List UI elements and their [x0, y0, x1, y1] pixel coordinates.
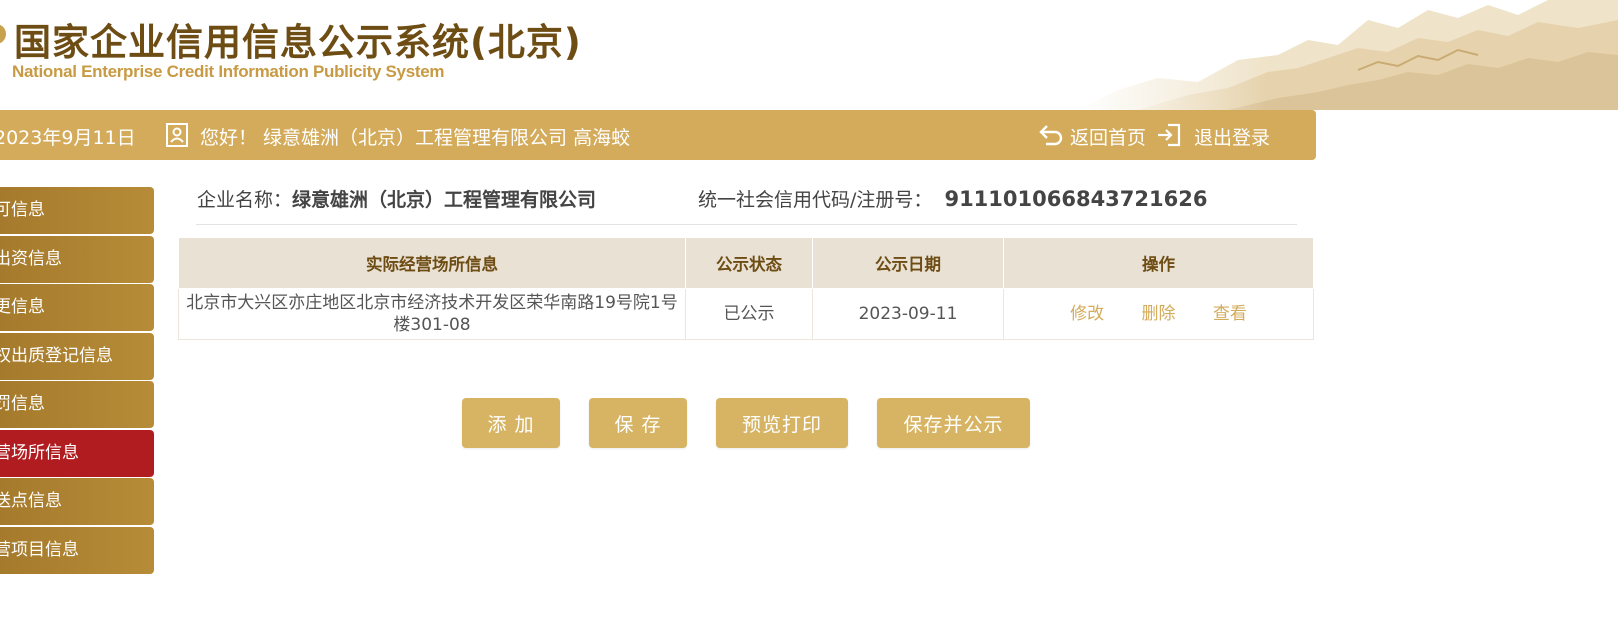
company-name-row: 企业名称：绿意雄洲（北京）工程管理有限公司 [197, 185, 596, 212]
site-subtitle: National Enterprise Credit Information P… [12, 62, 445, 81]
divider [196, 224, 1297, 225]
return-home-link[interactable]: 返回首页 [1070, 123, 1146, 150]
column-header-address: 实际经营场所信息 [178, 237, 686, 289]
preview-print-button[interactable]: 预览打印 [716, 398, 848, 448]
sidebar-item-penalty-info[interactable]: 罚信息 [0, 381, 154, 428]
sidebar-menu: 可信息 出资信息 更信息 权出质登记信息 罚信息 营场所信息 送点信息 营项目信… [0, 187, 154, 575]
sidebar-item-change-info[interactable]: 更信息 [0, 284, 154, 331]
edit-link[interactable]: 修改 [1070, 304, 1104, 324]
logout-link[interactable]: 退出登录 [1194, 123, 1270, 150]
header: 国家企业信用信息公示系统(北京) National Enterprise Cre… [0, 0, 1618, 110]
company-name-label: 企业名称： [197, 189, 293, 211]
sidebar-item-business-project-info[interactable]: 营项目信息 [0, 526, 154, 574]
emblem-icon [0, 24, 6, 44]
save-and-publish-button[interactable]: 保存并公示 [877, 398, 1030, 448]
table-header-row: 实际经营场所信息 公示状态 公示日期 操作 [178, 237, 1314, 289]
sidebar-item-capital-info[interactable]: 出资信息 [0, 235, 154, 283]
current-date: 2023年9月11日 [0, 127, 136, 149]
user-icon [166, 123, 188, 147]
actions-cell: 修改 删除 查看 [1003, 288, 1314, 340]
great-wall-mountain-banner [1078, 0, 1618, 110]
column-header-date: 公示日期 [812, 237, 1004, 289]
credit-code-row: 统一社会信用代码/注册号： 911101066843721626 [698, 185, 1207, 212]
column-header-actions: 操作 [1003, 237, 1314, 289]
address-cell: 北京市大兴区亦庄地区北京市经济技术开发区荣华南路19号院1号楼301-08 [178, 288, 686, 340]
credit-code-label: 统一社会信用代码/注册号： [698, 189, 933, 211]
sidebar-item-delivery-point-info[interactable]: 送点信息 [0, 478, 154, 525]
view-link[interactable]: 查看 [1213, 304, 1247, 324]
logout-icon[interactable] [1156, 122, 1182, 148]
column-header-status: 公示状态 [685, 237, 813, 289]
site-title: 国家企业信用信息公示系统(北京) [14, 21, 582, 64]
premises-table: 实际经营场所信息 公示状态 公示日期 操作 北京市大兴区亦庄地区北京市经济技术开… [178, 237, 1314, 340]
company-name: 绿意雄洲（北京）工程管理有限公司 [292, 189, 597, 211]
sidebar-item-equity-pledge-info[interactable]: 权出质登记信息 [0, 332, 154, 380]
top-bar: 2023年9月11日 您好！ 绿意雄洲（北京）工程管理有限公司 高海蛟 返回首页… [0, 110, 1316, 160]
table-row: 北京市大兴区亦庄地区北京市经济技术开发区荣华南路19号院1号楼301-08 已公… [178, 288, 1314, 340]
user-greeting: 您好！ 绿意雄洲（北京）工程管理有限公司 高海蛟 [200, 127, 631, 149]
save-button[interactable]: 保 存 [589, 398, 687, 448]
delete-link[interactable]: 删除 [1142, 304, 1176, 324]
status-cell: 已公示 [685, 288, 813, 340]
sidebar-item-license-info[interactable]: 可信息 [0, 187, 154, 234]
sidebar-item-business-premises-info[interactable]: 营场所信息 [0, 429, 154, 477]
date-cell: 2023-09-11 [812, 288, 1004, 340]
credit-code: 911101066843721626 [944, 187, 1208, 211]
add-button[interactable]: 添 加 [462, 398, 560, 448]
return-arrow-icon[interactable] [1038, 122, 1064, 148]
